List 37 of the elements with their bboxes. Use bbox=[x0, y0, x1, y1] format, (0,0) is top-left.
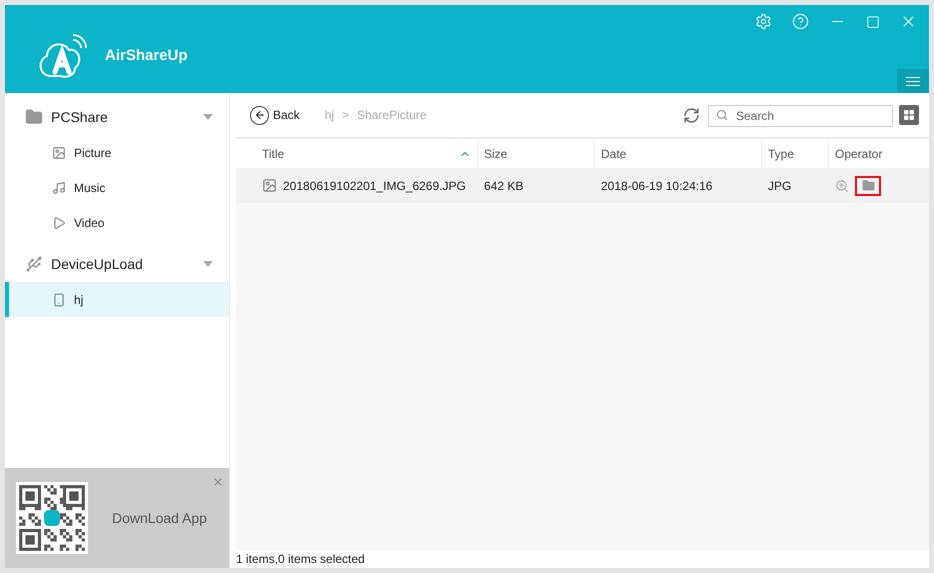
qr-code-drawing bbox=[16, 482, 88, 554]
file-type: JPG bbox=[767, 178, 792, 194]
zoom-in-icon[interactable] bbox=[835, 178, 849, 192]
status-bar: 1 items,0 items selected bbox=[236, 550, 929, 568]
search-field[interactable]: Search bbox=[708, 105, 893, 127]
sidebar-item[interactable]: Music bbox=[5, 170, 229, 205]
phone-icon bbox=[52, 292, 66, 306]
file-date: 2018-06-19 10:24:16 bbox=[600, 178, 714, 194]
breadcrumb-separator: > bbox=[342, 107, 350, 124]
folder-icon bbox=[25, 108, 43, 126]
maximize-icon[interactable] bbox=[866, 14, 880, 28]
sidebar-group[interactable]: PCShare bbox=[5, 103, 229, 131]
app-title: AirShareUp bbox=[105, 46, 188, 66]
file-name: 20180619102201_IMG_6269.JPG bbox=[283, 178, 466, 194]
sidebar-item[interactable]: hj bbox=[5, 282, 229, 317]
close-icon[interactable] bbox=[212, 476, 224, 488]
usb-icon bbox=[25, 255, 43, 273]
download-app-label: DownLoad App bbox=[112, 508, 207, 528]
open-folder-button[interactable] bbox=[855, 176, 881, 196]
help-icon[interactable] bbox=[792, 13, 809, 30]
settings-icon[interactable] bbox=[755, 13, 772, 30]
folder-icon bbox=[862, 179, 874, 192]
grid-icon bbox=[903, 109, 915, 121]
music-icon bbox=[52, 180, 66, 194]
column-header[interactable]: Operator bbox=[829, 140, 929, 168]
file-size: 642 KB bbox=[483, 178, 524, 194]
menu-button[interactable] bbox=[897, 69, 929, 93]
search-icon bbox=[716, 109, 728, 121]
picture-icon bbox=[52, 146, 66, 160]
sidebar-item[interactable]: Video bbox=[5, 205, 229, 240]
grid-view-button[interactable] bbox=[899, 105, 919, 125]
image-file-icon bbox=[262, 178, 277, 193]
back-button[interactable]: Back bbox=[250, 106, 300, 124]
video-icon bbox=[52, 216, 66, 230]
refresh-icon[interactable] bbox=[683, 106, 700, 124]
sidebar-group[interactable]: DeviceUpLoad bbox=[5, 250, 229, 278]
sidebar-item[interactable]: Picture bbox=[5, 135, 229, 170]
